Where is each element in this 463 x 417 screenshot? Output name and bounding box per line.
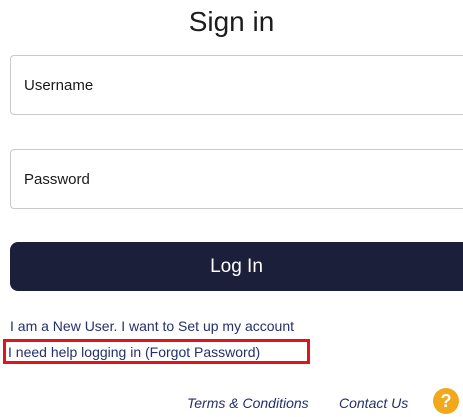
help-icon[interactable]: ? <box>433 388 459 414</box>
terms-conditions-link[interactable]: Terms & Conditions <box>187 394 309 412</box>
page-title: Sign in <box>188 6 275 37</box>
login-button[interactable]: Log In <box>10 242 463 291</box>
username-input[interactable] <box>10 55 463 115</box>
password-input[interactable] <box>10 149 463 209</box>
contact-us-link[interactable]: Contact Us <box>339 394 408 412</box>
new-user-setup-link[interactable]: I am a New User. I want to Set up my acc… <box>10 317 294 335</box>
forgot-password-link[interactable]: I need help logging in (Forgot Password) <box>8 343 260 361</box>
